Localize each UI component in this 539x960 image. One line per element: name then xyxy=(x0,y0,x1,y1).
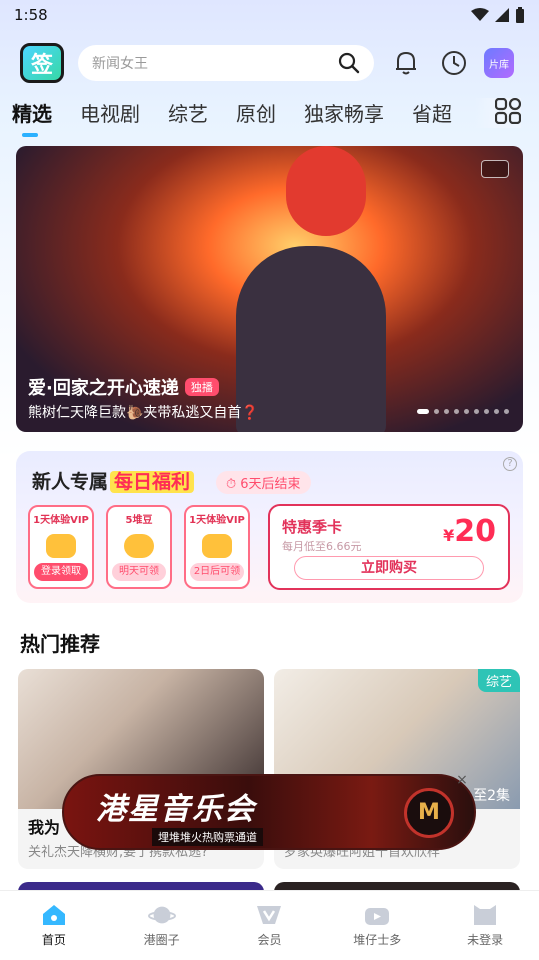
claim-tomorrow-button[interactable]: 明天可领 xyxy=(112,563,166,581)
banner-title-row: 爱·回家之开心速递 独播 xyxy=(28,374,219,400)
welfare-countdown: ⏱ 6天后结束 xyxy=(216,471,311,494)
exclusive-badge: 独播 xyxy=(184,378,219,396)
price-value: 20 xyxy=(454,514,496,549)
banner-title: 爱·回家之开心速递 xyxy=(28,378,179,399)
checkin-logo-text: 签 xyxy=(30,53,53,78)
claim-later-button[interactable]: 2日后可领 xyxy=(190,563,244,581)
crown-icon xyxy=(202,534,232,558)
history-button[interactable] xyxy=(438,47,470,79)
variety-tag: 综艺 xyxy=(477,669,520,692)
mini-player-icon[interactable] xyxy=(481,160,509,178)
welfare-title: 新人专属 每日福利 xyxy=(32,467,195,494)
season-price: ¥20 xyxy=(443,514,496,549)
banner-dot[interactable] xyxy=(504,409,509,414)
tabbar-store[interactable]: 堆仔士多 xyxy=(337,903,417,948)
season-subtitle: 每月低至6.66元 xyxy=(282,540,362,553)
wifi-icon xyxy=(471,8,489,21)
banner-dot[interactable] xyxy=(474,409,479,414)
tab-provincial[interactable]: 省超 xyxy=(412,98,452,127)
tabbar-profile[interactable]: 未登录 xyxy=(445,903,525,948)
banner-dot[interactable] xyxy=(484,409,489,414)
ad-close-button[interactable]: × xyxy=(454,772,470,788)
ad-logo: M xyxy=(404,788,454,838)
help-icon[interactable]: ? xyxy=(503,457,517,471)
card-title: 我为 xyxy=(28,818,61,837)
welfare-card-vip-day3[interactable]: 1天体验VIP 2日后可领 xyxy=(184,505,250,589)
countdown-text: 6天后结束 xyxy=(240,477,301,492)
tabbar-label: 首页 xyxy=(41,933,66,947)
tab-exclusive[interactable]: 独家畅享 xyxy=(304,98,384,127)
bean-icon xyxy=(124,534,154,558)
notification-button[interactable] xyxy=(390,47,422,79)
bottom-tab-bar: 首页 港圈子 会员 堆仔士多 未登录 xyxy=(0,890,539,960)
episode-count: 至2集 xyxy=(473,788,510,804)
tabbar-label: 会员 xyxy=(257,933,282,947)
clock-icon xyxy=(442,51,466,75)
ad-subtitle: 埋堆堆火热购票通道 xyxy=(152,828,263,846)
welfare-title-prefix: 新人专属 xyxy=(32,471,109,493)
tabbar-label: 未登录 xyxy=(467,933,504,947)
floating-ad-banner[interactable]: 港星音乐会 埋堆堆火热购票通道 M × xyxy=(62,772,476,850)
season-pass-card[interactable]: 特惠季卡 每月低至6.66元 ¥20 立即购买 xyxy=(268,504,510,590)
crown-icon xyxy=(46,534,76,558)
checkin-logo-button[interactable]: 签 xyxy=(20,43,64,83)
banner-dot[interactable] xyxy=(454,409,459,414)
battery-icon xyxy=(516,7,524,23)
status-time: 1:58 xyxy=(14,6,48,24)
planet-icon xyxy=(147,903,176,927)
welfare-card-title: 1天体验VIP xyxy=(33,515,89,526)
banner-subtitle: 熊树仁天降巨款🐌夹带私逃又自首❓ xyxy=(28,405,259,421)
all-channels-button[interactable] xyxy=(475,97,522,128)
tabbar-circle[interactable]: 港圈子 xyxy=(122,903,202,948)
welfare-card-beans[interactable]: 5堆豆 明天可领 xyxy=(106,505,172,589)
welfare-title-highlight: 每日福利 xyxy=(110,471,195,493)
ad-title: 港星音乐会 xyxy=(96,792,256,827)
search-placeholder: 新闻女王 xyxy=(92,56,148,72)
tab-tv-series[interactable]: 电视剧 xyxy=(80,98,140,127)
bell-icon xyxy=(396,51,416,75)
login-claim-button[interactable]: 登录领取 xyxy=(34,563,88,581)
vip-icon xyxy=(255,903,283,927)
season-title: 特惠季卡 xyxy=(282,518,343,536)
tabbar-label: 堆仔士多 xyxy=(353,933,402,947)
profile-icon xyxy=(471,903,499,927)
library-label: 片库 xyxy=(489,59,509,71)
newcomer-welfare-panel: 新人专属 每日福利 ⏱ 6天后结束 ? 1天体验VIP 登录领取 5堆豆 明天可领… xyxy=(16,451,523,603)
category-tabs: 精选 电视剧 综艺 原创 独家畅享 省超 xyxy=(0,92,539,137)
tabbar-label: 港圈子 xyxy=(143,933,180,947)
search-icon[interactable] xyxy=(338,52,360,74)
tab-featured[interactable]: 精选 xyxy=(12,98,52,137)
status-bar: 1:58 xyxy=(0,0,539,30)
status-icons xyxy=(471,7,525,23)
tabbar-home[interactable]: 首页 xyxy=(14,903,94,948)
banner-dot[interactable] xyxy=(444,409,449,414)
banner-character-devil xyxy=(286,146,366,236)
banner-dot[interactable] xyxy=(464,409,469,414)
buy-now-button[interactable]: 立即购买 xyxy=(294,556,484,580)
store-icon xyxy=(363,903,391,927)
welfare-card-title: 1天体验VIP xyxy=(189,515,245,526)
signal-icon xyxy=(495,8,509,22)
welfare-card-vip-day1[interactable]: 1天体验VIP 登录领取 xyxy=(28,505,94,589)
banner-dot[interactable] xyxy=(494,409,499,414)
tab-original[interactable]: 原创 xyxy=(236,98,276,127)
banner-dot[interactable] xyxy=(417,409,429,414)
library-button[interactable]: 片库 xyxy=(484,48,514,78)
hero-banner[interactable]: 爱·回家之开心速递 独播 熊树仁天降巨款🐌夹带私逃又自首❓ xyxy=(16,146,523,432)
home-icon xyxy=(40,903,68,927)
tab-variety[interactable]: 综艺 xyxy=(168,98,208,127)
grid-icon xyxy=(494,97,522,125)
search-bar[interactable]: 新闻女王 xyxy=(78,45,374,81)
price-symbol: ¥ xyxy=(443,526,455,545)
tabbar-vip[interactable]: 会员 xyxy=(229,903,309,948)
welfare-card-title: 5堆豆 xyxy=(125,515,153,526)
banner-pagination xyxy=(417,409,509,414)
hot-recommend-title: 热门推荐 xyxy=(20,632,100,656)
banner-dot[interactable] xyxy=(434,409,439,414)
top-header: 签 新闻女王 片库 xyxy=(0,40,539,86)
